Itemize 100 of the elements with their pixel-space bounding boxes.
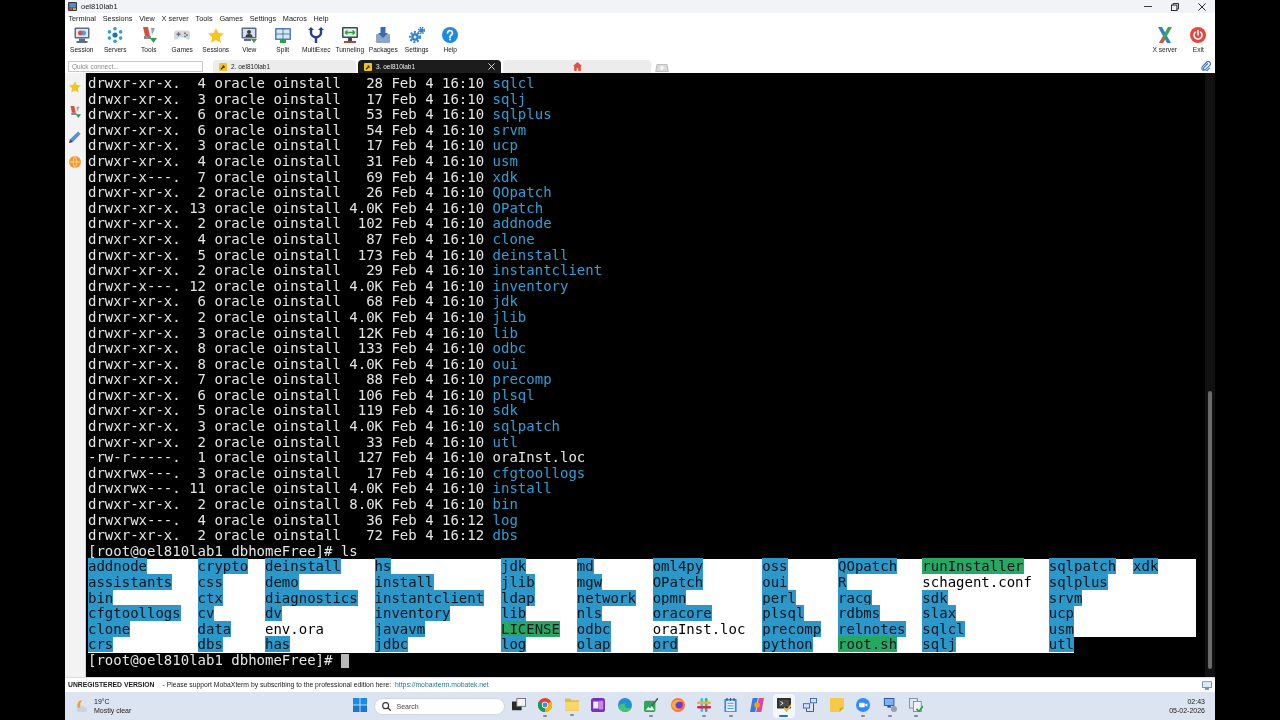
directory-name: log [492, 512, 518, 529]
browser-icon [538, 698, 552, 712]
file-details: drwxr-xr-x. 2 oracle oinstall 8.0K Feb 4 16:10 [88, 497, 485, 513]
monitor-user-icon [241, 27, 258, 43]
directory-name: bin [492, 497, 518, 513]
monitor-arrows-icon [341, 27, 358, 43]
monitor-icon[interactable] [1202, 680, 1212, 690]
directory-name: srvm [492, 122, 527, 139]
network-computers-icon [803, 698, 817, 712]
directory-name: nls [576, 605, 603, 622]
directory-name: rdbms [838, 605, 881, 622]
file-details: drwxr-xr-x. 5 oracle oinstall 173 Feb 4 16:10 [88, 247, 485, 264]
directory-name: dbs [492, 528, 518, 544]
tools-icon[interactable] [69, 106, 81, 118]
file-details: drwxr-xr-x. 3 oracle oinstall 17 Feb 4 16:10 [88, 91, 485, 108]
directory-name: jlib [492, 309, 527, 326]
package-icon [376, 27, 391, 43]
directory-name: lib [500, 605, 527, 622]
directory-name: QOpatch [492, 185, 552, 201]
picture-pen-icon [644, 698, 658, 712]
pen-icon[interactable] [69, 131, 81, 143]
file-details: drwxr-xr-x. 2 oracle oinstall 4.0K Feb 4 16:10 [88, 309, 485, 326]
directory-name: slax [922, 605, 957, 622]
taskbar-button[interactable] [772, 694, 795, 718]
directory-name: lib [492, 325, 518, 342]
directory-name: addnode [492, 216, 552, 232]
file-details: drwxr-xr-x. 6 oracle oinstall 106 Feb 4 16:10 [88, 387, 485, 404]
star-icon[interactable] [69, 81, 81, 93]
folder-icon [564, 698, 579, 711]
directory-name: dv [265, 605, 282, 622]
file-details: drwxr-xr-x. 6 oracle oinstall 68 Feb 4 16:10 [88, 294, 485, 310]
close-icon[interactable] [488, 63, 495, 70]
directory-name: log [500, 636, 527, 653]
directory-name: inventory [492, 278, 569, 295]
directory-name: utl [1048, 636, 1075, 653]
directory-name: crs [88, 636, 114, 653]
directory-name: addnode [88, 558, 147, 575]
file-details: drwxr-xr-x. 13 oracle oinstall 4.0K Feb 4 16:10 [88, 200, 485, 217]
directory-name: odbc [492, 341, 527, 357]
directory-name: install [492, 481, 552, 498]
directory-name: install [374, 574, 434, 590]
directory-name: has [265, 636, 291, 653]
directory-name: sqlcl [492, 76, 535, 92]
notebook-icon [591, 698, 605, 712]
scroll-thumb[interactable] [1208, 391, 1212, 669]
file-details: drwxr-xr-x. 3 oracle oinstall 17 Feb 4 16:10 [88, 138, 485, 154]
directory-name: plsql [492, 387, 535, 404]
directory-name: clone [492, 231, 535, 248]
file-details: drwxr-xr-x. 2 oracle oinstall 29 Feb 4 16:10 [88, 263, 485, 279]
directory-name: ord [652, 636, 678, 653]
cross-logo-icon [1156, 27, 1173, 43]
power-icon [1190, 27, 1207, 43]
shell-prompt: [root@oel810lab1 dbhomeFree]# [88, 652, 333, 669]
file-details: drwxr-xr-x. 5 oracle oinstall 119 Feb 4 16:10 [88, 403, 485, 420]
directory-name: hs [374, 558, 392, 575]
file-details: drwxr-xr-x. 3 oracle oinstall 4.0K Feb 4 16:10 [88, 419, 485, 435]
directory-name: plsql [762, 605, 805, 622]
fork-icon [308, 27, 325, 43]
directory-name: QOpatch [838, 558, 898, 575]
file-details: drwxrwx---. 4 oracle oinstall 36 Feb 4 16:12 [88, 512, 485, 529]
directory-name: dbs [197, 636, 223, 653]
home-tab[interactable] [503, 60, 651, 73]
file-details: drwxrwx---. 11 oracle oinstall 4.0K Feb 4 16:10 [88, 481, 485, 498]
directory-name: OPatch [652, 574, 704, 590]
directory-name: inventory [374, 605, 451, 622]
file-details: -rw-r-----. 1 oracle oinstall 127 Feb 4 16:10 [88, 450, 485, 466]
file-details: drwxr-xr-x. 6 oracle oinstall 53 Feb 4 16:10 [88, 107, 485, 123]
file-details: drwxr-xr-x. 2 oracle oinstall 72 Feb 4 16:12 [88, 528, 485, 544]
directory-name: sqlpatch [492, 419, 560, 435]
directory-name: xdk [492, 169, 518, 186]
directory-name: precomp [492, 372, 552, 388]
home-icon [572, 62, 582, 71]
monitor-icon [73, 27, 90, 43]
app-logo-icon [68, 2, 77, 11]
network-nodes-icon [107, 27, 124, 43]
search-icon [381, 701, 391, 711]
restore-icon [1170, 2, 1179, 11]
directory-name: jdk [492, 294, 518, 310]
directory-name: md [576, 558, 594, 575]
directory-name: cfgtoollogs [492, 465, 586, 482]
sticky-note-icon [829, 698, 844, 712]
command-text: ls [340, 543, 358, 560]
block-cursor-icon [340, 653, 350, 668]
executable-name: root.sh [838, 636, 898, 653]
file-details: drwxr-xr-x. 8 oracle oinstall 133 Feb 4 16:10 [88, 341, 485, 357]
directory-name: sqlj [922, 636, 957, 653]
file-details: drwxrwx---. 3 oracle oinstall 17 Feb 4 16:10 [88, 465, 485, 482]
minimize-icon [1143, 5, 1152, 8]
directory-name: sqlplus [1048, 574, 1108, 590]
globe-icon[interactable] [69, 156, 81, 168]
shell-prompt: [root@oel810lab1 dbhomeFree]# [88, 543, 333, 560]
file-details: drwxr-xr-x. 8 oracle oinstall 4.0K Feb 4 16:10 [88, 356, 485, 373]
directory-name: OPatch [492, 200, 544, 217]
directory-name: mgw [576, 574, 603, 590]
directory-name: deinstall [265, 558, 341, 575]
directory-name: oui [492, 356, 518, 373]
directory-name: ucp [1048, 605, 1075, 622]
scrollbar[interactable] [1205, 73, 1215, 677]
terminal-icon [776, 698, 791, 712]
paperclip-icon[interactable] [1201, 61, 1211, 71]
